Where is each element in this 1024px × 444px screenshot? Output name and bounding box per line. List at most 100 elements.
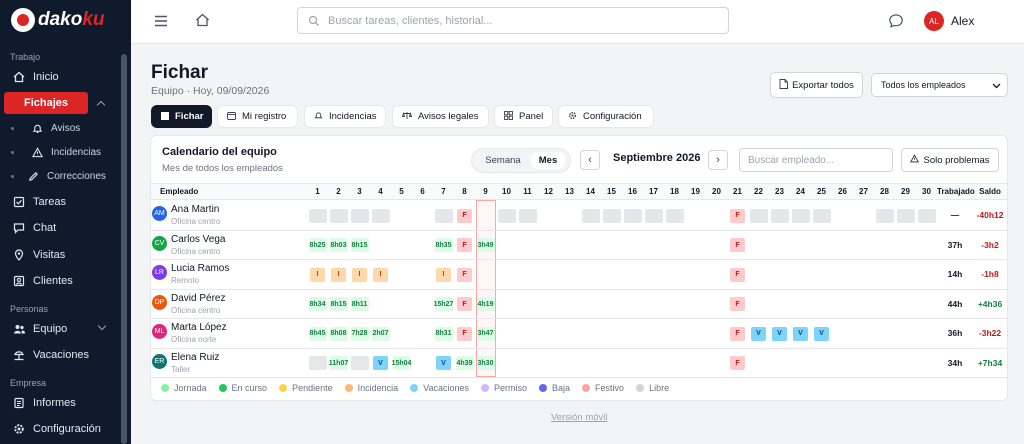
day-cell[interactable] bbox=[644, 208, 663, 223]
day-cell[interactable]: V bbox=[373, 356, 388, 370]
tab-avisos-legales[interactable]: Avisos legales bbox=[392, 105, 489, 128]
day-cell[interactable] bbox=[791, 208, 810, 223]
tab-panel[interactable]: Panel bbox=[494, 105, 553, 128]
day-cell[interactable]: F bbox=[730, 267, 745, 282]
day-cell[interactable]: 7h28 bbox=[350, 326, 369, 341]
day-cell[interactable]: I bbox=[436, 267, 451, 282]
day-cell[interactable]: V bbox=[751, 326, 766, 341]
day-cell[interactable]: F bbox=[457, 238, 472, 252]
chevron-down-icon[interactable] bbox=[97, 321, 107, 331]
day-cell[interactable]: F bbox=[457, 208, 472, 223]
table-row[interactable]: ER Elena Ruiz Taller 11h07 V 15h04 V 4h39 3h30 F 3… bbox=[151, 349, 1007, 378]
day-cell[interactable]: 4h19 bbox=[476, 297, 495, 311]
day-cell[interactable]: 8h15 bbox=[329, 297, 348, 311]
day-cell[interactable]: V bbox=[793, 326, 808, 341]
sidebar-item-fichajes[interactable]: Fichajes bbox=[4, 92, 88, 114]
day-cell[interactable]: V bbox=[814, 326, 829, 341]
global-search-input[interactable]: Buscar tareas, clientes, historial... bbox=[297, 7, 729, 34]
day-cell[interactable] bbox=[518, 208, 537, 223]
sidebar-scrollbar[interactable] bbox=[121, 54, 127, 444]
table-row[interactable]: CV Carlos Vega Oficina centro 8h25 8h03 8h15 8… bbox=[151, 231, 1007, 260]
day-cell[interactable] bbox=[896, 208, 915, 223]
day-cell[interactable] bbox=[371, 208, 390, 223]
table-row[interactable]: DP David Pérez Oficina centro 8h34 8h15 8h11 1… bbox=[151, 290, 1007, 319]
day-cell[interactable]: V bbox=[772, 326, 787, 341]
chevron-up-icon[interactable] bbox=[96, 100, 106, 110]
day-cell[interactable] bbox=[350, 356, 369, 370]
only-problems-button[interactable]: Solo problemas bbox=[901, 148, 999, 172]
day-cell[interactable]: F bbox=[730, 238, 745, 252]
day-cell[interactable] bbox=[917, 208, 936, 223]
mobile-version-link[interactable]: Versión móvil bbox=[551, 412, 608, 423]
day-cell[interactable]: 3h30 bbox=[476, 356, 495, 370]
tab-configuracion[interactable]: Configuración bbox=[558, 105, 654, 128]
home-icon[interactable] bbox=[195, 13, 210, 32]
day-cell[interactable]: F bbox=[457, 267, 472, 282]
day-cell[interactable]: 8h11 bbox=[350, 297, 369, 311]
day-cell[interactable]: 3h49 bbox=[476, 238, 495, 252]
table-row[interactable]: LR Lucia Ramos Remoto I I I I I F F 14h -1h8 bbox=[151, 260, 1007, 290]
day-cell[interactable] bbox=[665, 208, 684, 223]
sidebar-item-vacaciones[interactable]: Vacaciones bbox=[12, 348, 89, 362]
day-cell[interactable] bbox=[329, 208, 348, 223]
tab-fichar[interactable]: Fichar bbox=[151, 105, 212, 128]
day-cell[interactable]: 11h07 bbox=[329, 356, 348, 370]
view-month-button[interactable]: Mes bbox=[530, 152, 566, 169]
day-cell[interactable] bbox=[308, 208, 327, 223]
brand-logo[interactable]: dakoku bbox=[11, 8, 105, 32]
day-cell[interactable]: 8h31 bbox=[434, 326, 453, 341]
day-cell[interactable]: F bbox=[730, 356, 745, 370]
day-cell[interactable]: I bbox=[331, 267, 346, 282]
sidebar-item-chat[interactable]: Chat bbox=[12, 221, 56, 235]
day-cell[interactable]: 15h04 bbox=[392, 356, 411, 370]
day-cell[interactable] bbox=[497, 208, 516, 223]
day-cell[interactable]: 8h35 bbox=[434, 238, 453, 252]
day-cell[interactable]: V bbox=[436, 356, 451, 370]
employee-filter-select[interactable]: Todos los empleados bbox=[871, 73, 1008, 97]
day-cell[interactable]: 8h45 bbox=[308, 326, 327, 341]
day-cell[interactable]: 15h27 bbox=[434, 297, 453, 311]
export-all-button[interactable]: Exportar todos bbox=[770, 72, 863, 98]
view-week-button[interactable]: Semana bbox=[478, 152, 528, 169]
day-cell[interactable] bbox=[749, 208, 768, 223]
day-cell[interactable] bbox=[812, 208, 831, 223]
tab-incidencias[interactable]: Incidencias bbox=[304, 105, 386, 128]
day-cell[interactable]: 2h07 bbox=[371, 326, 390, 341]
day-cell[interactable] bbox=[581, 208, 600, 223]
day-cell[interactable]: I bbox=[373, 267, 388, 282]
day-cell[interactable] bbox=[350, 208, 369, 223]
sidebar-item-avisos[interactable]: Avisos bbox=[30, 121, 80, 135]
tab-mi-registro[interactable]: Mi registro bbox=[217, 105, 298, 128]
day-cell[interactable] bbox=[602, 208, 621, 223]
prev-month-button[interactable]: ‹ bbox=[580, 150, 600, 170]
sidebar-item-incidencias[interactable]: Incidencias bbox=[30, 145, 101, 159]
day-cell[interactable]: F bbox=[457, 297, 472, 311]
table-row[interactable]: AM Ana Martin Oficina centro F F — -40h12 bbox=[151, 201, 1007, 231]
menu-icon[interactable] bbox=[154, 14, 168, 32]
day-cell[interactable]: F bbox=[730, 326, 745, 341]
day-cell[interactable]: I bbox=[310, 267, 325, 282]
next-month-button[interactable]: › bbox=[708, 150, 728, 170]
day-cell[interactable]: 4h39 bbox=[455, 356, 474, 370]
day-cell[interactable] bbox=[434, 208, 453, 223]
day-cell[interactable]: 3h47 bbox=[476, 326, 495, 341]
sidebar-item-configuracion[interactable]: Configuración bbox=[12, 422, 101, 436]
sidebar-item-tareas[interactable]: Tareas bbox=[12, 195, 66, 209]
day-cell[interactable]: 8h25 bbox=[308, 238, 327, 252]
day-cell[interactable]: 8h34 bbox=[308, 297, 327, 311]
messages-icon[interactable] bbox=[888, 13, 904, 34]
day-cell[interactable]: F bbox=[730, 208, 745, 223]
day-cell[interactable]: 8h03 bbox=[329, 238, 348, 252]
day-cell[interactable]: 8h15 bbox=[350, 238, 369, 252]
sidebar-item-informes[interactable]: Informes bbox=[12, 396, 76, 410]
day-cell[interactable] bbox=[770, 208, 789, 223]
table-row[interactable]: ML Marta López Oficina norte 8h45 8h08 7h28 2h… bbox=[151, 319, 1007, 349]
day-cell[interactable]: 8h08 bbox=[329, 326, 348, 341]
sidebar-item-clientes[interactable]: Clientes bbox=[12, 274, 73, 288]
user-menu[interactable]: AL Alex bbox=[924, 11, 974, 31]
sidebar-item-inicio[interactable]: Inicio bbox=[12, 70, 59, 84]
day-cell[interactable] bbox=[875, 208, 894, 223]
day-cell[interactable] bbox=[623, 208, 642, 223]
day-cell[interactable] bbox=[308, 356, 327, 370]
sidebar-item-equipo[interactable]: Equipo bbox=[12, 322, 67, 336]
